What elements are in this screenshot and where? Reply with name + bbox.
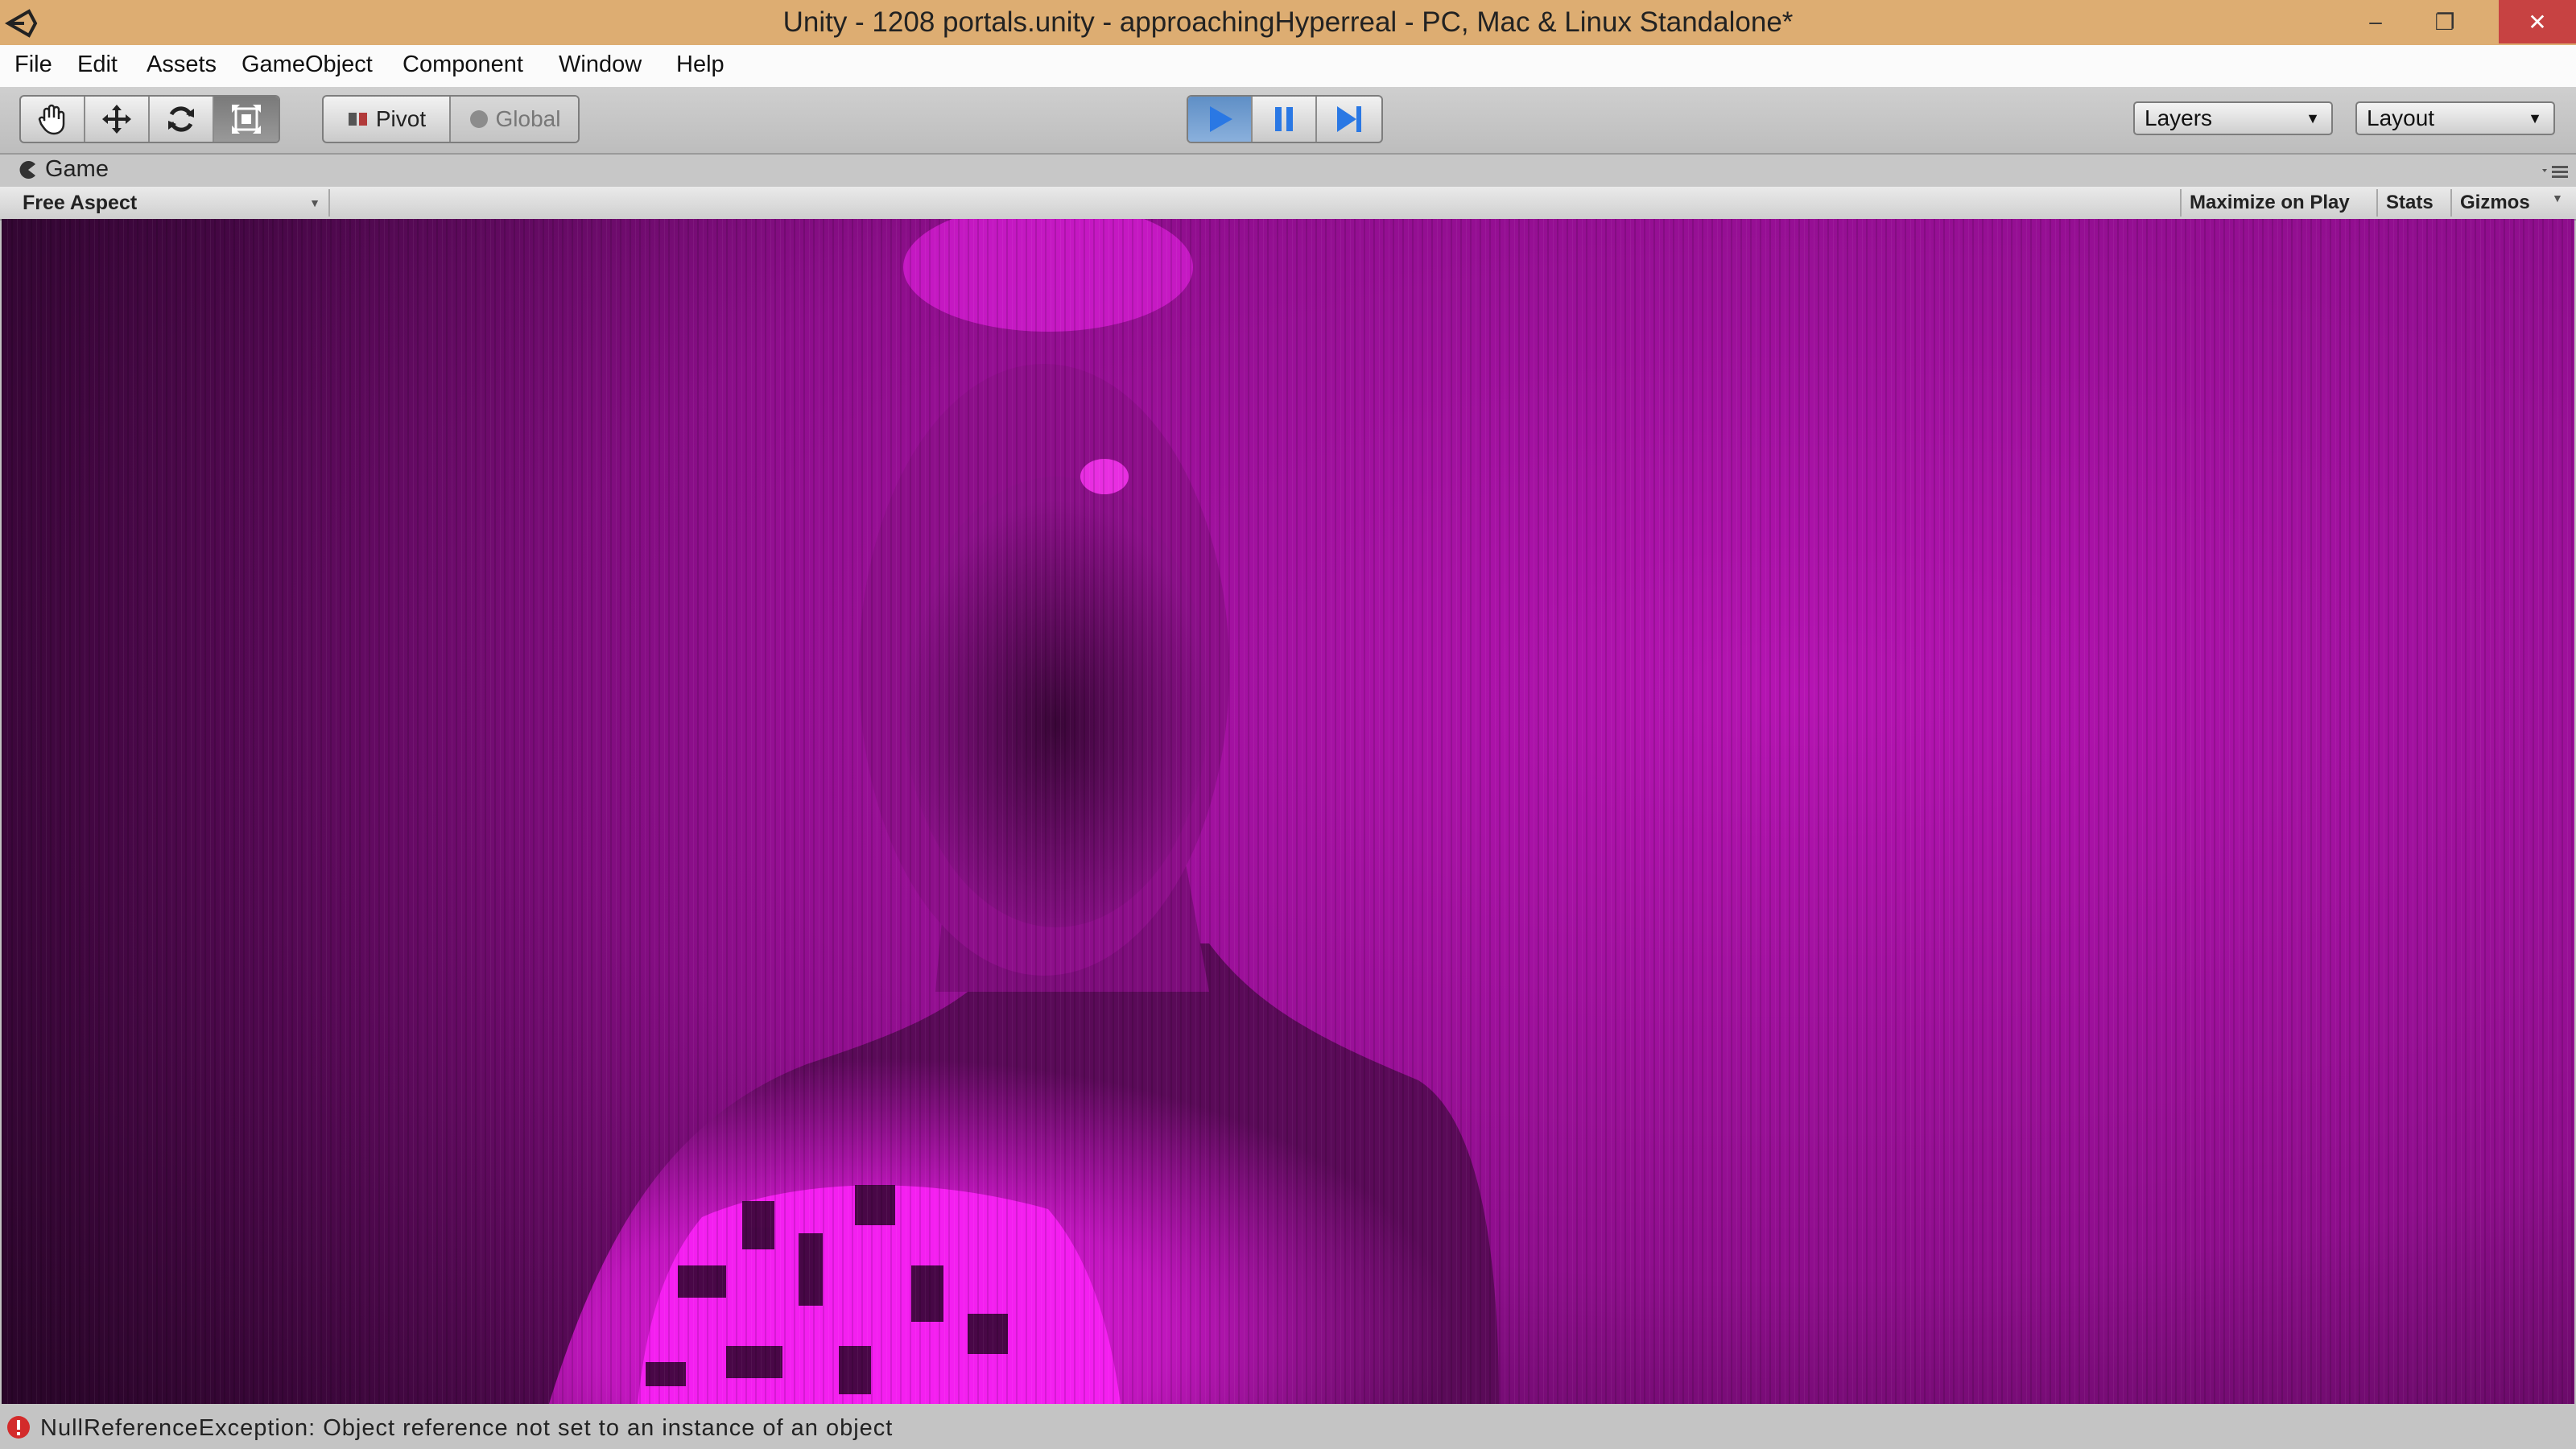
gizmos-toggle[interactable]: Gizmos: [2450, 189, 2552, 217]
chevron-down-icon: ▼: [2306, 110, 2320, 126]
window-title: Unity - 1208 portals.unity - approaching…: [782, 6, 1794, 38]
menu-component[interactable]: Component: [402, 52, 523, 78]
transform-tools: [19, 95, 280, 143]
game-viewport[interactable]: [2, 219, 2574, 1404]
menu-edit[interactable]: Edit: [77, 52, 118, 78]
status-bar[interactable]: NullReferenceException: Object reference…: [0, 1404, 2576, 1449]
rotate-icon: [168, 106, 194, 132]
menu-bar: File Edit Assets GameObject Component Wi…: [0, 45, 2576, 88]
tab-menu-icon[interactable]: [2541, 164, 2570, 180]
pacman-icon: [19, 161, 35, 179]
status-message: NullReferenceException: Object reference…: [40, 1415, 894, 1441]
global-label: Global: [495, 106, 561, 131]
menu-file[interactable]: File: [14, 52, 52, 78]
play-button[interactable]: [1188, 97, 1253, 142]
aspect-dropdown[interactable]: Free Aspect ▼: [11, 189, 330, 217]
error-icon: [7, 1416, 30, 1439]
layout-dropdown[interactable]: Layout ▼: [2355, 101, 2555, 135]
title-bar: Unity - 1208 portals.unity - approaching…: [0, 0, 2576, 45]
minimize-button[interactable]: –: [2347, 0, 2404, 43]
game-tab[interactable]: Game: [0, 155, 2576, 187]
maximize-on-play-toggle[interactable]: Maximize on Play: [2180, 189, 2375, 217]
layers-dropdown[interactable]: Layers ▼: [2133, 101, 2333, 135]
menu-help[interactable]: Help: [676, 52, 724, 78]
pause-icon: [1275, 107, 1293, 131]
hand-icon: [38, 104, 65, 135]
main-toolbar: Pivot Global Layers ▼ Layout ▼: [0, 87, 2576, 155]
rotate-tool-button[interactable]: [150, 97, 214, 142]
pivot-icon: [348, 113, 367, 126]
hand-tool-button[interactable]: [21, 97, 85, 142]
chevron-down-icon: ▼: [309, 196, 320, 209]
gizmos-chevron-icon[interactable]: ▼: [2552, 192, 2563, 204]
play-icon: [1210, 106, 1232, 132]
pivot-group: Pivot Global: [322, 95, 580, 143]
step-icon: [1337, 106, 1361, 132]
game-tab-label: Game: [45, 156, 109, 182]
scale-icon: [232, 105, 261, 134]
move-tool-button[interactable]: [85, 97, 150, 142]
menu-window[interactable]: Window: [559, 52, 642, 78]
restore-button[interactable]: ❐: [2417, 0, 2473, 43]
layout-label: Layout: [2367, 105, 2435, 130]
globe-icon: [469, 110, 488, 128]
menu-gameobject[interactable]: GameObject: [242, 52, 373, 78]
scene-render: [2, 219, 2574, 1404]
aspect-label: Free Aspect: [23, 192, 138, 214]
step-button[interactable]: [1317, 97, 1381, 142]
pause-button[interactable]: [1253, 97, 1317, 142]
close-button[interactable]: ✕: [2499, 0, 2576, 43]
game-view-toolbar: Free Aspect ▼ Maximize on Play Stats Giz…: [0, 187, 2576, 221]
layers-label: Layers: [2145, 105, 2213, 130]
global-toggle[interactable]: Global: [451, 97, 578, 142]
playback-controls: [1187, 95, 1383, 143]
move-arrows-icon: [102, 105, 131, 134]
pivot-label: Pivot: [375, 106, 427, 131]
stats-toggle[interactable]: Stats: [2376, 189, 2449, 217]
chevron-down-icon: ▼: [2528, 110, 2542, 126]
scale-tool-button[interactable]: [214, 97, 279, 142]
pivot-toggle[interactable]: Pivot: [324, 97, 451, 142]
menu-assets[interactable]: Assets: [147, 52, 217, 78]
